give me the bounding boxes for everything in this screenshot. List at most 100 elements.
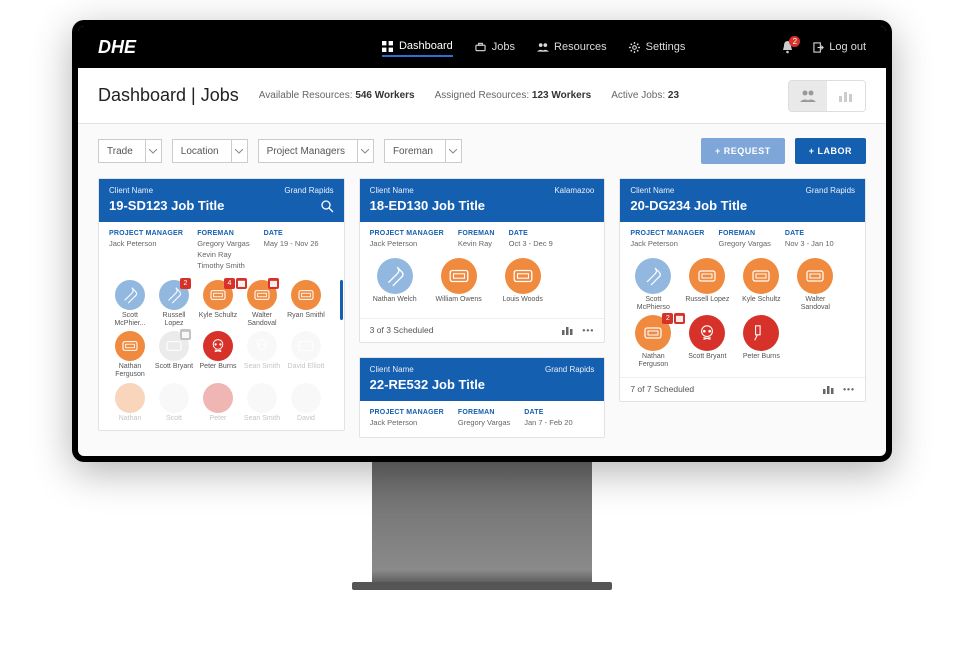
grid-icon — [382, 40, 394, 52]
worker-avatar[interactable]: Nathan Ferguson — [109, 331, 151, 378]
filter-project-managers[interactable]: Project Managers — [258, 139, 374, 163]
city-label: Grand Rapids — [545, 365, 594, 374]
worker-avatar[interactable]: Peter Burns — [738, 315, 784, 368]
client-label: Client Name — [630, 186, 674, 195]
chevron-down-icon — [231, 140, 247, 162]
chevron-down-icon — [445, 140, 461, 162]
client-label: Client Name — [109, 186, 153, 195]
job-title: 20-DG234 Job Title — [630, 198, 747, 213]
card-header: Client Name Grand Rapids 22-RE532 Job Ti… — [360, 358, 605, 401]
stat-available: Available Resources: 546 Workers — [259, 90, 415, 101]
job-title: 19-SD123 Job Title — [109, 198, 224, 213]
calendar-badge — [268, 278, 279, 289]
worker-avatar[interactable]: Scott Bryant — [684, 315, 730, 368]
count-badge: 4 — [224, 278, 235, 289]
worker-avatar[interactable]: Ryan Smithl — [285, 280, 327, 327]
client-label: Client Name — [370, 365, 414, 374]
chart-icon[interactable] — [823, 384, 835, 395]
worker-avatar[interactable]: Walter Sandoval — [241, 280, 283, 327]
nav-dashboard-label: Dashboard — [399, 40, 453, 52]
worker-avatar[interactable]: Sean Smith — [241, 383, 283, 423]
screen: DHE Dashboard Jobs — [78, 26, 886, 456]
card-footer: 3 of 3 Scheduled ••• — [360, 318, 605, 342]
logout-button[interactable]: Log out — [812, 41, 866, 53]
worker-avatar[interactable]: Peter — [197, 383, 239, 423]
card-meta: PROJECT MANAGER Jack Peterson FOREMAN Gr… — [99, 222, 344, 280]
view-chart-button[interactable] — [827, 81, 865, 111]
nav-jobs-label: Jobs — [492, 41, 515, 53]
worker-avatar[interactable]: Louis Woods — [498, 258, 548, 304]
request-button[interactable]: + REQUEST — [701, 138, 785, 164]
city-label: Grand Rapids — [806, 186, 855, 195]
view-people-button[interactable] — [789, 81, 827, 111]
filter-foreman[interactable]: Foreman — [384, 139, 462, 163]
worker-avatar[interactable]: Russell Lopez — [684, 258, 730, 311]
briefcase-icon — [475, 41, 487, 53]
filter-trade[interactable]: Trade — [98, 139, 162, 163]
avatar-grid: Nathan Welch William Owens Louis Woods — [360, 258, 605, 318]
nav-settings[interactable]: Settings — [629, 40, 686, 54]
worker-avatar[interactable]: Walter Sandoval — [792, 258, 838, 311]
search-icon[interactable] — [320, 199, 334, 213]
card-header: Client Name Kalamazoo 18-ED130 Job Title — [360, 179, 605, 222]
worker-avatar[interactable]: Scott McPhier... — [109, 280, 151, 327]
worker-avatar[interactable]: David Elliott — [285, 331, 327, 378]
scheduled-count: 3 of 3 Scheduled — [370, 325, 434, 335]
worker-avatar[interactable]: 4Kyle Schultz — [197, 280, 239, 327]
nav-dashboard[interactable]: Dashboard — [382, 40, 453, 57]
calendar-badge — [180, 329, 191, 340]
worker-avatar[interactable]: Scott Bryant — [153, 331, 195, 378]
job-title: 22-RE532 Job Title — [370, 377, 485, 392]
avatar-grid: Scott McPhier... 2Russell Lopez 4Kyle Sc… — [99, 280, 344, 430]
worker-avatar[interactable]: Nathan Welch — [370, 258, 420, 304]
people-icon — [537, 41, 549, 53]
notifications-button[interactable]: 2 — [781, 40, 794, 54]
gear-icon — [629, 41, 641, 53]
nav-resources[interactable]: Resources — [537, 40, 607, 54]
more-icon[interactable]: ••• — [843, 384, 855, 394]
more-icon[interactable]: ••• — [582, 325, 594, 335]
worker-avatar[interactable]: Scott McPhierso — [630, 258, 676, 311]
worker-avatar[interactable]: Kyle Schultz — [738, 258, 784, 311]
cards-area: Client Name Grand Rapids 19-SD123 Job Ti… — [78, 178, 886, 456]
chart-icon[interactable] — [562, 325, 574, 336]
monitor-frame: DHE Dashboard Jobs — [72, 20, 892, 462]
scroll-indicator[interactable] — [340, 280, 343, 320]
worker-avatar[interactable]: 2Russell Lopez — [153, 280, 195, 327]
people-icon — [799, 89, 817, 103]
card-header: Client Name Grand Rapids 19-SD123 Job Ti… — [99, 179, 344, 222]
header-bar: Dashboard | Jobs Available Resources: 54… — [78, 68, 886, 124]
brand-logo: DHE — [98, 37, 136, 58]
job-card[interactable]: Client Name Grand Rapids 19-SD123 Job Ti… — [98, 178, 345, 431]
chevron-down-icon — [357, 140, 373, 162]
labor-button[interactable]: + LABOR — [795, 138, 866, 164]
chevron-down-icon — [145, 140, 161, 162]
job-card[interactable]: Client Name Grand Rapids 22-RE532 Job Ti… — [359, 357, 606, 438]
worker-avatar[interactable]: William Owens — [434, 258, 484, 304]
count-badge: 2 — [662, 313, 673, 324]
filter-location[interactable]: Location — [172, 139, 248, 163]
card-footer: 7 of 7 Scheduled ••• — [620, 377, 865, 401]
city-label: Grand Rapids — [284, 186, 333, 195]
nav-jobs[interactable]: Jobs — [475, 40, 515, 54]
card-meta: PROJECT MANAGERJack Peterson FOREMANKevi… — [360, 222, 605, 258]
card-meta: PROJECT MANAGERJack Peterson FOREMANGreg… — [360, 401, 605, 437]
card-header: Client Name Grand Rapids 20-DG234 Job Ti… — [620, 179, 865, 222]
page-title: Dashboard | Jobs — [98, 85, 239, 106]
scheduled-count: 7 of 7 Scheduled — [630, 384, 694, 394]
worker-avatar[interactable]: Peter Burns — [197, 331, 239, 378]
filter-row: Trade Location Project Managers — [78, 124, 886, 178]
view-toggle — [788, 80, 866, 112]
stat-active: Active Jobs: 23 — [611, 90, 679, 101]
nav-center: Dashboard Jobs Resources — [232, 40, 685, 54]
worker-avatar[interactable]: Scott — [153, 383, 195, 423]
nav-resources-label: Resources — [554, 41, 607, 53]
job-card[interactable]: Client Name Grand Rapids 20-DG234 Job Ti… — [619, 178, 866, 402]
logout-label: Log out — [829, 41, 866, 53]
worker-avatar[interactable]: David — [285, 383, 327, 423]
job-card[interactable]: Client Name Kalamazoo 18-ED130 Job Title… — [359, 178, 606, 343]
worker-avatar[interactable]: 2Nathan Ferguson — [630, 315, 676, 368]
nav-right: 2 Log out — [781, 40, 866, 54]
worker-avatar[interactable]: Nathan — [109, 383, 151, 423]
worker-avatar[interactable]: Sean Smith — [241, 331, 283, 378]
